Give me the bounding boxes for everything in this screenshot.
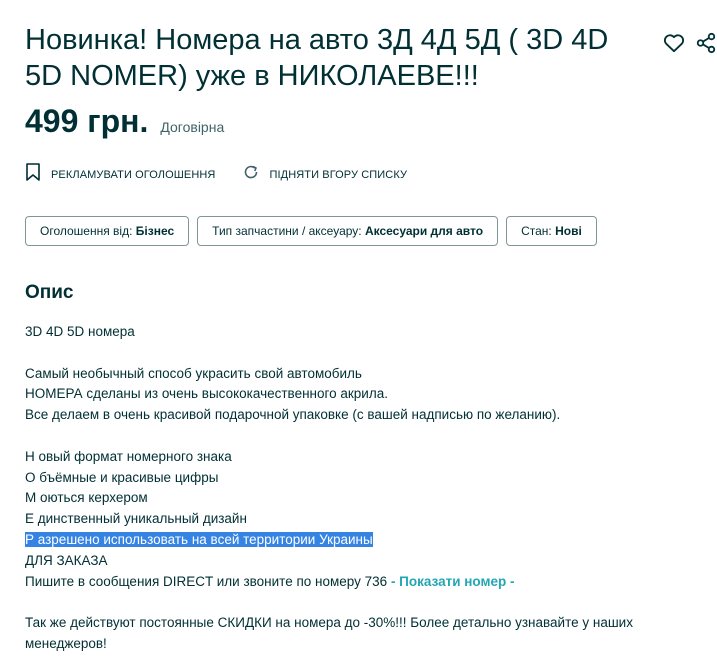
advertise-button[interactable]: РЕКЛАМУВАТИ ОГОЛОШЕННЯ: [25, 163, 215, 186]
raise-label: ПІДНЯТИ ВГОРУ СПИСКУ: [269, 168, 408, 181]
show-phone-link[interactable]: - Показати номер -: [391, 574, 515, 589]
description-line: М оються керхером: [25, 490, 148, 506]
share-icon[interactable]: [695, 32, 717, 54]
refresh-icon: [243, 164, 259, 185]
description-line: 3D 4D 5D номера: [25, 324, 135, 339]
description-line: О бъёмные и красивые цифры: [25, 469, 219, 485]
price: 499 грн.: [25, 103, 149, 139]
description-line: Е динственный уникальный дизайн: [25, 511, 247, 527]
tag-part-type[interactable]: Тип запчастини / аксеуару: Аксесуари для…: [197, 216, 499, 246]
description-line: менеджеров!: [25, 635, 107, 651]
description-text: 3D 4D 5D номера Самый необычный способ у…: [25, 322, 695, 655]
listing-tags: Оголошення від: Бізнес Тип запчастини / …: [25, 216, 597, 246]
heart-icon[interactable]: [663, 32, 685, 54]
tag-condition[interactable]: Стан: Нові: [506, 216, 597, 246]
promo-row: РЕКЛАМУВАТИ ОГОЛОШЕННЯ ПІДНЯТИ ВГОРУ СПИ…: [25, 163, 407, 186]
description-line: ДЛЯ ЗАКАЗА: [25, 552, 108, 568]
advertise-label: РЕКЛАМУВАТИ ОГОЛОШЕННЯ: [51, 168, 216, 181]
listing-actions: [663, 32, 717, 54]
description-line-phone: Пишите в сообщения DIRECT или звоните по…: [25, 573, 515, 589]
selected-text: Р азрешено использовать на всей территор…: [25, 531, 373, 547]
description-line: Н овый формат номерного знака: [25, 448, 232, 464]
negotiable-label: Договірна: [160, 119, 225, 135]
description-heading: Опис: [25, 282, 74, 303]
description-line: [25, 592, 695, 613]
bookmark-icon: [25, 163, 41, 186]
description-line: НОМЕРА сделаны из очень высококачественн…: [25, 386, 388, 402]
description-line-selected: Р азрешено использовать на всей территор…: [25, 530, 695, 551]
price-row: 499 грн. Договірна: [25, 103, 224, 140]
description-line: [25, 426, 695, 447]
description-line: Самый необычный способ украсить свой авт…: [25, 365, 362, 381]
tag-seller-type[interactable]: Оголошення від: Бізнес: [25, 216, 190, 246]
raise-button[interactable]: ПІДНЯТИ ВГОРУ СПИСКУ: [243, 164, 407, 185]
listing-title: Новинка! Номера на авто 3Д 4Д 5Д ( 3D 4D…: [25, 24, 609, 92]
description-line: [25, 343, 695, 364]
description-line: Все делаем в очень красивой подарочной у…: [25, 407, 561, 423]
description-line: Так же действуют постоянные СКИДКИ на но…: [25, 615, 633, 631]
